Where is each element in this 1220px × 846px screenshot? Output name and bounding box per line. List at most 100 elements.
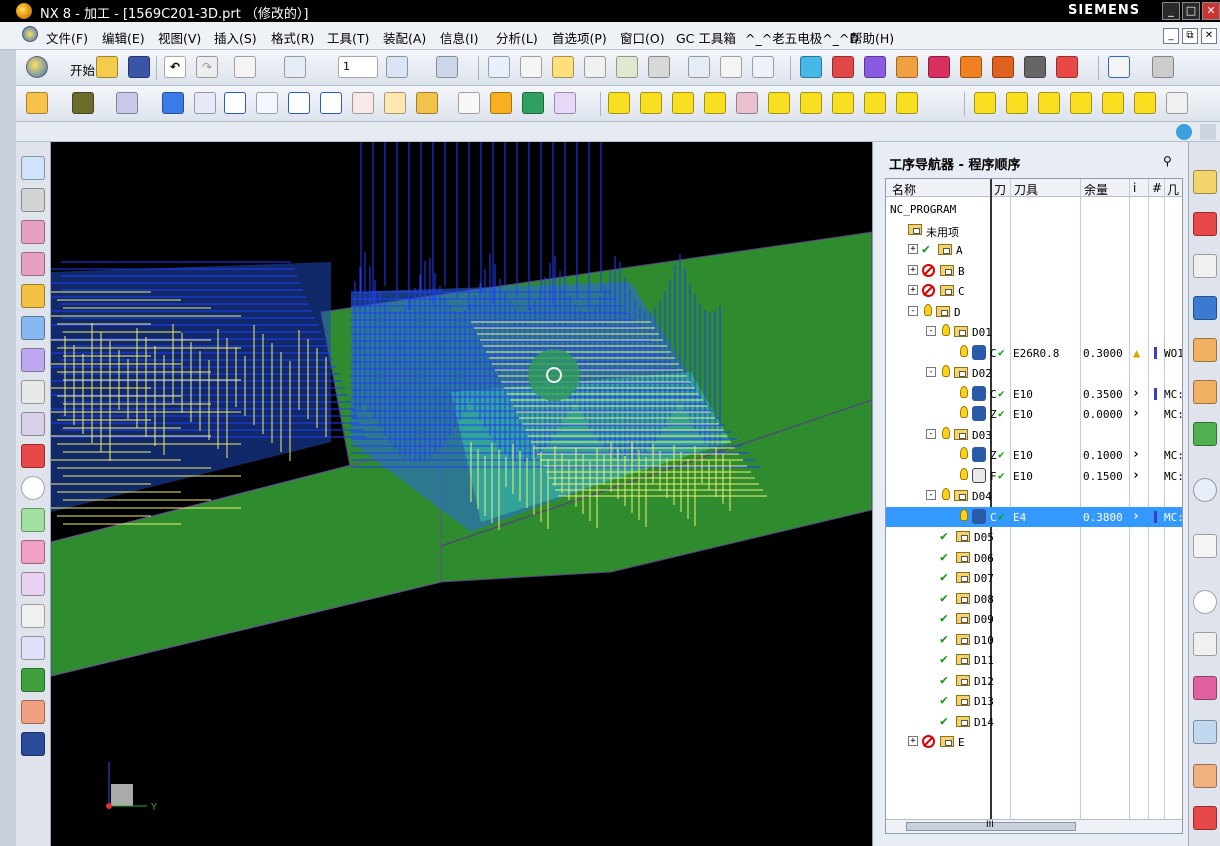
curve-icon[interactable] (21, 380, 45, 404)
section-icon[interactable] (288, 92, 310, 114)
extrude-icon[interactable] (21, 156, 45, 180)
toolpath-icon[interactable] (488, 56, 510, 78)
program-row[interactable]: NC_PROGRAM (886, 199, 1182, 219)
close-button[interactable]: ✕ (1202, 2, 1220, 20)
open-icon[interactable] (96, 56, 118, 78)
coordinate-icon[interactable] (21, 412, 45, 436)
block-icon[interactable] (416, 92, 438, 114)
unite-icon[interactable] (21, 220, 45, 244)
program-row[interactable]: ✔ D11 (886, 650, 1182, 670)
three-icon[interactable] (974, 92, 996, 114)
undo-icon[interactable]: ↶ (164, 56, 186, 78)
stack-icon[interactable] (736, 92, 758, 114)
menu-electrode[interactable]: ^_^老五电极^_^D (745, 28, 859, 47)
operation-row[interactable]: Z ✔ E10 0.1000 › MC: (886, 445, 1182, 465)
program-row[interactable]: 未用项 (886, 220, 1182, 240)
electrode2-icon[interactable] (992, 56, 1014, 78)
revolve-icon[interactable] (21, 188, 45, 212)
create-tool-icon[interactable] (116, 92, 138, 114)
operation-row[interactable]: C ✔ E4 0.3800 › MC: (886, 506, 1182, 527)
col-knife[interactable]: 刀 (994, 181, 1006, 198)
copy-icon[interactable] (284, 56, 306, 78)
pin-icon[interactable]: ⚲ (1163, 154, 1172, 168)
expand-toggle-icon[interactable]: + (908, 736, 918, 746)
program-row[interactable]: ✔ D09 (886, 609, 1182, 629)
col-name[interactable]: 名称 (892, 181, 916, 198)
col-hash[interactable]: # (1152, 181, 1162, 195)
verify-icon[interactable] (552, 56, 574, 78)
trim-icon[interactable] (21, 508, 45, 532)
fit-icon[interactable] (1108, 56, 1130, 78)
roles-tab-icon[interactable] (1193, 720, 1217, 744)
blend-icon[interactable] (21, 284, 45, 308)
expand-toggle-icon[interactable]: - (926, 326, 936, 336)
system-scenes-icon[interactable] (1193, 806, 1217, 830)
create-geometry-icon[interactable] (162, 92, 184, 114)
menu-insert[interactable]: 插入(S) (214, 28, 257, 47)
program-row[interactable]: ✔ D10 (886, 630, 1182, 650)
feature-icon[interactable] (896, 56, 918, 78)
name-icon[interactable] (768, 92, 790, 114)
menu-info[interactable]: 信息(I) (440, 28, 478, 47)
feature-navigator-tab-icon[interactable] (1193, 380, 1217, 404)
program-row[interactable]: - D04 (886, 486, 1182, 506)
info-icon[interactable] (21, 476, 45, 500)
mdi-close-button[interactable]: ✕ (1201, 28, 1217, 44)
program-row[interactable]: ✔ D07 (886, 568, 1182, 588)
minimize-button[interactable]: _ (1162, 2, 1180, 20)
col-stock[interactable]: 余量 (1084, 181, 1108, 198)
program-row[interactable]: ✔ D05 (886, 527, 1182, 547)
library-icon[interactable] (648, 56, 670, 78)
report-icon[interactable] (1056, 56, 1078, 78)
assembly-navigator-tab-icon[interactable] (1193, 170, 1217, 194)
layer-combo[interactable]: 1 (338, 56, 378, 78)
simulate-icon[interactable] (21, 668, 45, 692)
expand-toggle-icon[interactable]: - (908, 305, 918, 316)
profile4-icon[interactable] (1134, 92, 1156, 114)
offset-icon[interactable] (21, 444, 45, 468)
menu-help[interactable]: 帮助(H) (850, 28, 894, 47)
profile2-icon[interactable] (1070, 92, 1092, 114)
menu-edit[interactable]: 编辑(E) (102, 28, 145, 47)
expand-toggle-icon[interactable]: + (908, 264, 918, 275)
program-row[interactable]: - D03 (886, 425, 1182, 445)
program-row[interactable]: ✔ D12 (886, 671, 1182, 691)
print-icon[interactable] (1024, 56, 1046, 78)
palette-tab-icon[interactable] (1193, 676, 1217, 700)
program-row[interactable]: + ✔ A (886, 240, 1182, 260)
electrode-icon[interactable] (960, 56, 982, 78)
solid-view-icon[interactable] (800, 56, 822, 78)
doc-icon[interactable] (896, 92, 918, 114)
maximize-button[interactable]: □ (1182, 2, 1200, 20)
operation-navigator-tab-icon[interactable] (1193, 296, 1217, 320)
col-tool[interactable]: 刀具 (1014, 181, 1038, 198)
app-menu-icon[interactable] (22, 26, 38, 42)
gear-icon[interactable] (384, 92, 406, 114)
clip2-icon[interactable] (832, 92, 854, 114)
globe-icon[interactable] (1176, 124, 1192, 140)
measure-icon[interactable] (352, 92, 374, 114)
layout-icon[interactable] (458, 92, 480, 114)
save-icon[interactable] (128, 56, 150, 78)
list-tab-icon[interactable] (1193, 632, 1217, 656)
menu-view[interactable]: 视图(V) (158, 28, 201, 47)
reuse-library-tab-icon[interactable] (1193, 422, 1217, 446)
mirror-icon[interactable] (21, 572, 45, 596)
chamfer-icon[interactable] (21, 316, 45, 340)
layer-settings-icon[interactable] (386, 56, 408, 78)
graphics-viewport[interactable]: Y (51, 142, 872, 846)
program-row[interactable]: ✔ D06 (886, 548, 1182, 568)
menu-window[interactable]: 窗口(O) (620, 28, 665, 47)
power-icon[interactable] (672, 92, 694, 114)
menu-assembly[interactable]: 装配(A) (383, 28, 426, 47)
color-icon[interactable] (72, 92, 94, 114)
program-row[interactable]: ✔ D14 (886, 712, 1182, 732)
measure-body-icon[interactable] (21, 636, 45, 660)
navigator-tree[interactable]: 名称 刀 刀具 余量 i # 几 NC_PROGRAM 未用项 + ✔ A + B + C - D -… (885, 178, 1183, 834)
operation-row[interactable]: C ✔ E26R0.8 0.3000 ▲ WO1 (886, 343, 1182, 363)
transform-icon[interactable] (688, 56, 710, 78)
program-row[interactable]: + E (886, 732, 1182, 752)
constraint-navigator-tab-icon[interactable] (1193, 212, 1217, 236)
history-tab-icon[interactable] (1193, 534, 1217, 558)
menu-tools[interactable]: 工具(T) (327, 28, 369, 47)
